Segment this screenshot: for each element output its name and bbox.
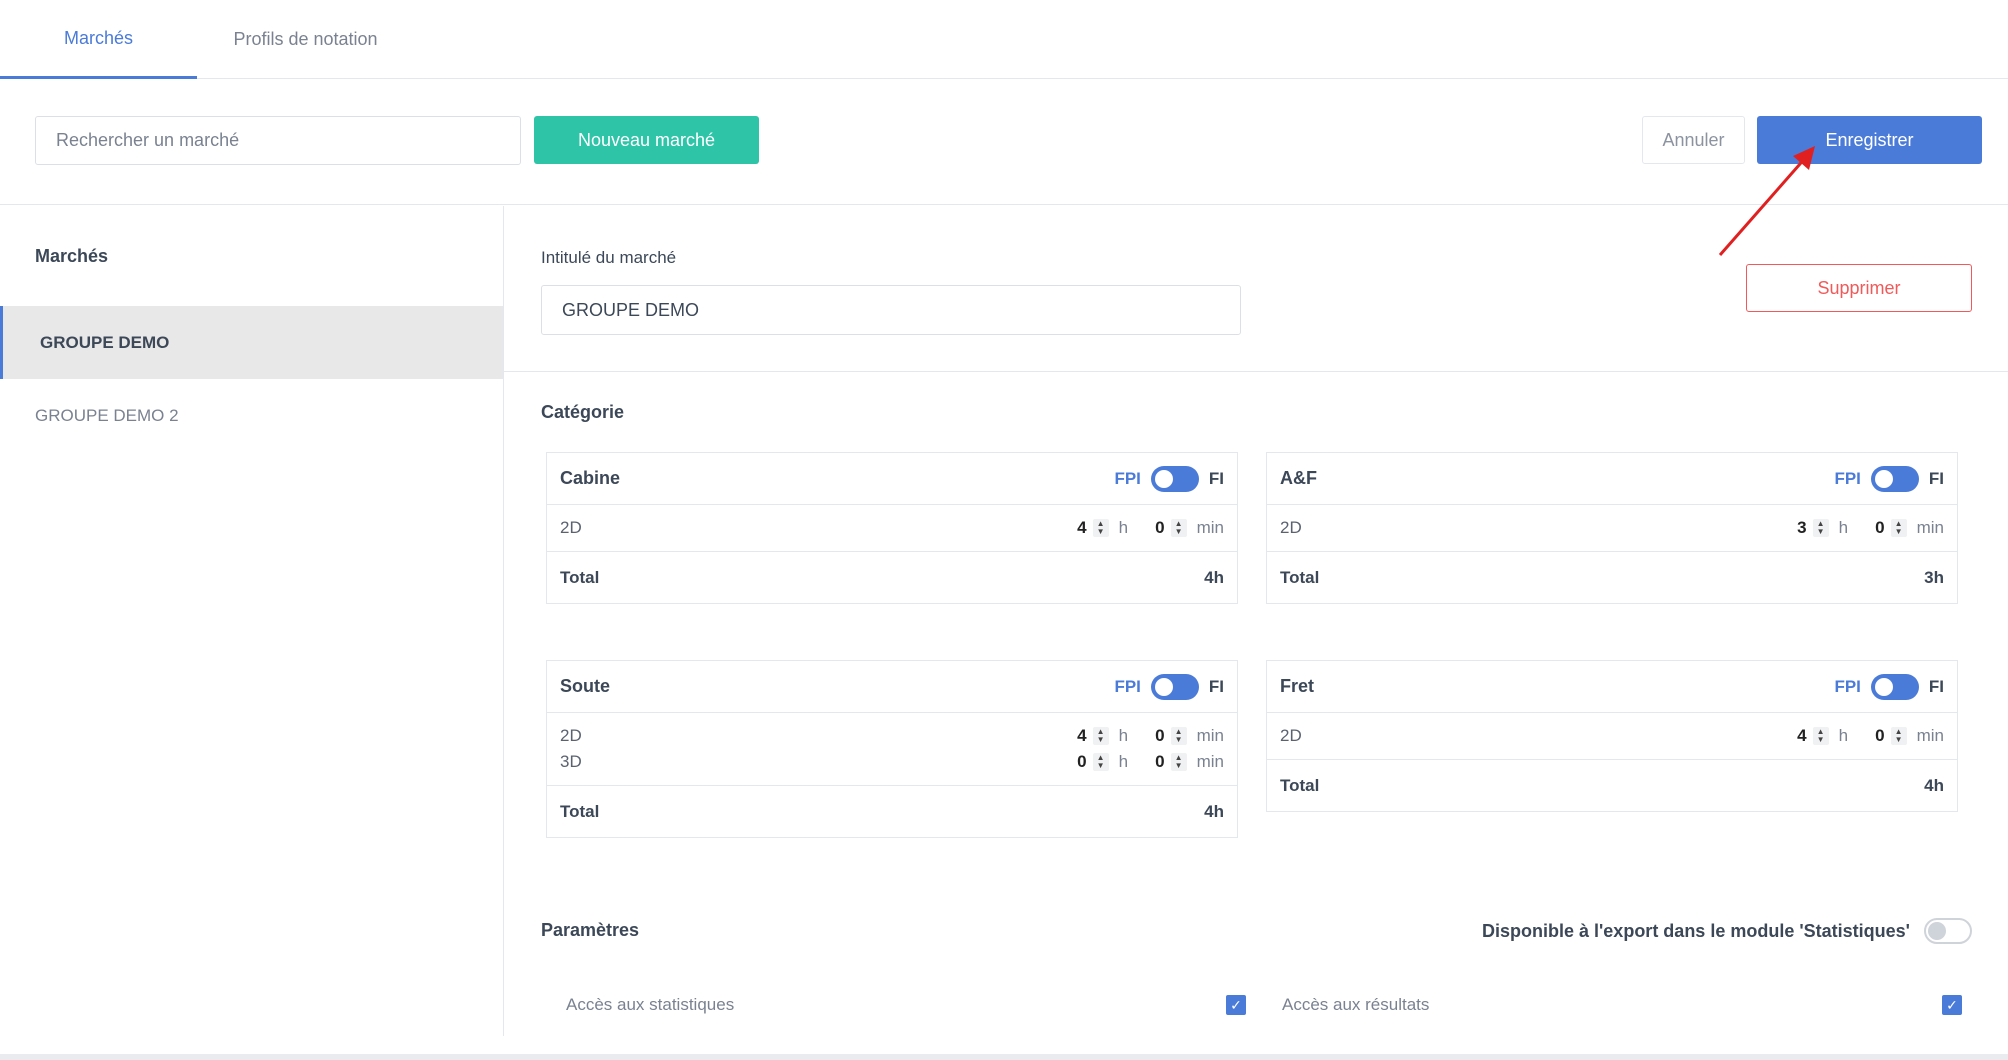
fpi-fi-toggle[interactable] <box>1150 465 1199 492</box>
fi-label: FI <box>1208 468 1224 488</box>
minutes-value[interactable]: 0 <box>1139 726 1164 746</box>
total-value: 4h <box>1204 567 1224 587</box>
fpi-fi-toggle[interactable] <box>1150 673 1199 700</box>
category-card-fret: Fret FPI FI 2D 4 ▲ ▼ h 0 ▲ ▼ min Total 4… <box>1266 660 1958 812</box>
hours-stepper-icon[interactable]: ▲ ▼ <box>1092 753 1109 771</box>
minutes-stepper-icon[interactable]: ▲ ▼ <box>1170 727 1187 745</box>
intitule-input[interactable] <box>541 285 1241 335</box>
duration-row: 2D 3 ▲ ▼ h 0 ▲ ▼ min <box>1280 515 1944 541</box>
hours-value[interactable]: 4 <box>1061 518 1086 538</box>
minutes-stepper-icon[interactable]: ▲ ▼ <box>1170 519 1187 537</box>
category-card-af: A&F FPI FI 2D 3 ▲ ▼ h 0 ▲ ▼ min Total 3h <box>1266 452 1958 604</box>
acces-resultats-checkbox[interactable]: ✓ <box>1942 995 1962 1015</box>
minutes-stepper-icon[interactable]: ▲ ▼ <box>1170 753 1187 771</box>
tab-bar: Marchés Profils de notation <box>0 0 2008 79</box>
duration-row: 2D 4 ▲ ▼ h 0 ▲ ▼ min <box>560 515 1224 541</box>
fi-label: FI <box>1928 468 1944 488</box>
acces-statistiques-checkbox[interactable]: ✓ <box>1226 995 1246 1015</box>
duration-row: 2D 4 ▲ ▼ h 0 ▲ ▼ min <box>1280 723 1944 749</box>
hours-value[interactable]: 0 <box>1061 752 1086 772</box>
fpi-fi-toggle[interactable] <box>1870 673 1919 700</box>
total-value: 4h <box>1924 775 1944 795</box>
minutes-unit: min <box>1196 752 1224 771</box>
hours-stepper-icon[interactable]: ▲ ▼ <box>1812 519 1829 537</box>
divider <box>504 371 2008 372</box>
intitule-label: Intitulé du marché <box>541 248 677 267</box>
market-detail-panel: Intitulé du marché Supprimer Catégorie C… <box>504 206 2008 1036</box>
new-market-button[interactable]: Nouveau marché <box>534 116 759 164</box>
parametres-title: Paramètres <box>541 920 640 940</box>
fi-label: FI <box>1928 676 1944 696</box>
fpi-label: FPI <box>1114 676 1141 696</box>
hours-stepper-icon[interactable]: ▲ ▼ <box>1092 519 1109 537</box>
category-card-cabine: Cabine FPI FI 2D 4 ▲ ▼ h 0 ▲ ▼ min Total… <box>546 452 1238 604</box>
row-label: 2D <box>560 726 582 745</box>
sidebar-item-groupe-demo[interactable]: GROUPE DEMO <box>0 306 503 379</box>
hours-unit: h <box>1838 518 1849 537</box>
minutes-value[interactable]: 0 <box>1139 518 1164 538</box>
fpi-fi-toggle[interactable] <box>1870 465 1919 492</box>
categorie-title: Catégorie <box>541 402 625 422</box>
total-value: 3h <box>1924 567 1944 587</box>
hours-unit: h <box>1838 726 1849 745</box>
fi-label: FI <box>1208 676 1224 696</box>
fpi-label: FPI <box>1834 468 1861 488</box>
cancel-button[interactable]: Annuler <box>1642 116 1745 164</box>
export-toggle[interactable] <box>1923 918 1972 944</box>
category-card-soute: Soute FPI FI 2D 4 ▲ ▼ h 0 ▲ ▼ min 3D 0 ▲… <box>546 660 1238 838</box>
card-name: A&F <box>1280 468 1317 488</box>
minutes-unit: min <box>1916 726 1944 745</box>
export-label: Disponible à l'export dans le module 'St… <box>1482 920 1910 941</box>
card-name: Soute <box>560 676 611 696</box>
total-label: Total <box>1280 567 1320 587</box>
minutes-value[interactable]: 0 <box>1859 518 1884 538</box>
row-label: 3D <box>560 752 582 771</box>
hours-unit: h <box>1118 518 1129 537</box>
hours-stepper-icon[interactable]: ▲ ▼ <box>1092 727 1109 745</box>
total-label: Total <box>560 801 600 821</box>
delete-button[interactable]: Supprimer <box>1746 264 1972 312</box>
tab-marches[interactable]: Marchés <box>0 0 197 79</box>
row-label: 2D <box>1280 726 1302 745</box>
row-label: 2D <box>560 518 582 537</box>
duration-row: 3D 0 ▲ ▼ h 0 ▲ ▼ min <box>560 749 1224 775</box>
card-name: Fret <box>1280 676 1315 696</box>
tab-profils-notation[interactable]: Profils de notation <box>197 0 414 79</box>
total-label: Total <box>1280 775 1320 795</box>
sidebar: Marchés GROUPE DEMO GROUPE DEMO 2 <box>0 206 504 1036</box>
sidebar-title: Marchés <box>35 246 109 266</box>
acces-statistiques-label: Accès aux statistiques <box>566 995 735 1014</box>
acces-statistiques-row: Accès aux statistiques ✓ <box>566 995 1246 1015</box>
bottom-scrollbar <box>0 1054 2008 1060</box>
hours-unit: h <box>1118 726 1129 745</box>
minutes-stepper-icon[interactable]: ▲ ▼ <box>1890 519 1907 537</box>
minutes-unit: min <box>1196 518 1224 537</box>
sidebar-item-groupe-demo-2[interactable]: GROUPE DEMO 2 <box>0 379 503 452</box>
card-name: Cabine <box>560 468 621 488</box>
fpi-label: FPI <box>1114 468 1141 488</box>
minutes-value[interactable]: 0 <box>1139 752 1164 772</box>
search-input[interactable] <box>35 116 521 165</box>
hours-value[interactable]: 3 <box>1781 518 1806 538</box>
minutes-stepper-icon[interactable]: ▲ ▼ <box>1890 727 1907 745</box>
minutes-value[interactable]: 0 <box>1859 726 1884 746</box>
row-label: 2D <box>1280 518 1302 537</box>
hours-stepper-icon[interactable]: ▲ ▼ <box>1812 727 1829 745</box>
fpi-label: FPI <box>1834 676 1861 696</box>
toolbar: Nouveau marché Annuler Enregistrer <box>0 79 2008 205</box>
acces-resultats-row: Accès aux résultats ✓ <box>1282 995 1962 1015</box>
total-label: Total <box>560 567 600 587</box>
minutes-unit: min <box>1196 726 1224 745</box>
total-value: 4h <box>1204 801 1224 821</box>
duration-row: 2D 4 ▲ ▼ h 0 ▲ ▼ min <box>560 723 1224 749</box>
hours-unit: h <box>1118 752 1129 771</box>
minutes-unit: min <box>1916 518 1944 537</box>
hours-value[interactable]: 4 <box>1061 726 1086 746</box>
export-row: Disponible à l'export dans le module 'St… <box>1482 918 1972 944</box>
hours-value[interactable]: 4 <box>1781 726 1806 746</box>
acces-resultats-label: Accès aux résultats <box>1282 995 1430 1014</box>
save-button[interactable]: Enregistrer <box>1757 116 1982 164</box>
